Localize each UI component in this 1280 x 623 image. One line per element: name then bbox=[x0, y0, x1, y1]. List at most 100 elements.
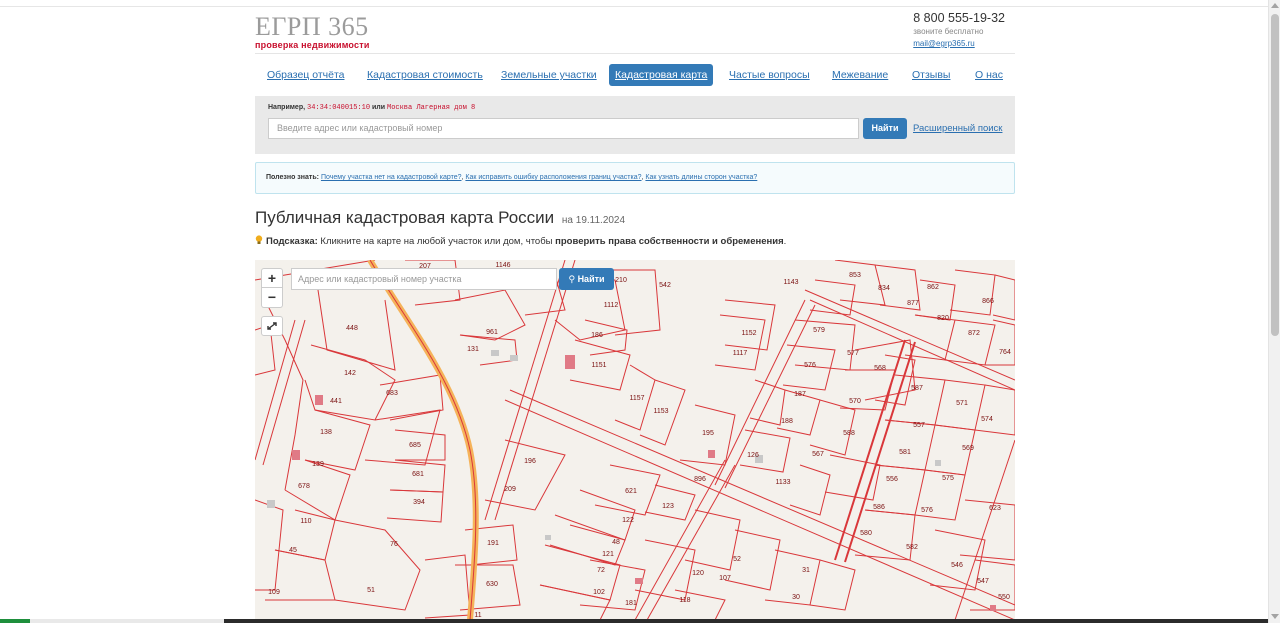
parcel-number[interactable]: 30 bbox=[792, 594, 800, 601]
map-canvas[interactable]: 207 1146210542 1143853834 86286687782087276… bbox=[255, 260, 1015, 620]
parcel-number[interactable]: 196 bbox=[524, 458, 536, 465]
parcel-number[interactable]: 186 bbox=[591, 332, 603, 339]
parcel-number[interactable]: 577 bbox=[847, 350, 859, 357]
parcel-number[interactable]: 630 bbox=[486, 581, 498, 588]
parcel-number[interactable]: 76 bbox=[390, 541, 398, 548]
zoom-in-button[interactable]: + bbox=[261, 268, 283, 288]
parcel-number[interactable]: 45 bbox=[289, 547, 297, 554]
parcel-number[interactable]: 571 bbox=[956, 400, 968, 407]
cadastral-map[interactable]: 207 1146 210 542 1143 853 834 862 866 877 820 872 76… bbox=[255, 260, 1015, 620]
parcel-number[interactable]: 1112 bbox=[604, 302, 619, 309]
parcel-number[interactable]: 1152 bbox=[741, 330, 756, 337]
parcel-number[interactable]: 678 bbox=[298, 483, 310, 490]
parcel-number[interactable]: 568 bbox=[874, 365, 886, 372]
parcel-number[interactable]: 131 bbox=[467, 346, 479, 353]
nav-item-reviews[interactable]: Отзывы bbox=[912, 64, 950, 86]
parcel-number[interactable]: 394 bbox=[413, 499, 425, 506]
parcel-number[interactable]: 48 bbox=[612, 539, 620, 546]
scroll-up-arrow-icon[interactable] bbox=[1271, 3, 1279, 8]
parcel-number[interactable]: 569 bbox=[962, 445, 974, 452]
example-code[interactable]: 34:34:040015:10 bbox=[307, 104, 370, 112]
parcel-number[interactable]: 52 bbox=[733, 556, 741, 563]
example-address[interactable]: Москва Лагерная дом 8 bbox=[387, 104, 475, 112]
parcel-number[interactable]: 575 bbox=[942, 475, 954, 482]
parcel-number[interactable]: 574 bbox=[981, 416, 993, 423]
parcel-number[interactable]: 586 bbox=[873, 504, 885, 511]
parcel-number[interactable]: 862 bbox=[927, 284, 939, 291]
parcel-number[interactable]: 107 bbox=[719, 575, 731, 582]
nav-item-cadastral-value[interactable]: Кадастровая стоимость bbox=[367, 64, 483, 86]
scroll-down-arrow-icon[interactable] bbox=[1271, 614, 1279, 619]
parcel-number[interactable]: 51 bbox=[367, 587, 375, 594]
parcel-number[interactable]: 181 bbox=[625, 600, 637, 607]
find-button[interactable]: Найти bbox=[863, 118, 907, 139]
parcel-number[interactable]: 579 bbox=[813, 327, 825, 334]
parcel-number[interactable]: 209 bbox=[504, 486, 516, 493]
parcel-number[interactable]: 623 bbox=[989, 505, 1001, 512]
parcel-number[interactable]: 556 bbox=[886, 476, 898, 483]
parcel-number[interactable]: 122 bbox=[622, 517, 634, 524]
nav-item-cadastral-map[interactable]: Кадастровая карта bbox=[609, 64, 714, 86]
parcel-number[interactable]: 570 bbox=[849, 398, 861, 405]
parcel-number[interactable]: 550 bbox=[998, 594, 1010, 601]
map-find-button[interactable]: ⚲ Найти bbox=[559, 268, 614, 290]
parcel-number[interactable]: 1151 bbox=[591, 362, 606, 369]
parcel-number[interactable]: 31 bbox=[802, 567, 810, 574]
useful-link-side-lengths[interactable]: Как узнать длины сторон участка? bbox=[645, 174, 757, 181]
parcel-number[interactable]: 853 bbox=[849, 272, 861, 279]
nav-item-about[interactable]: О нас bbox=[975, 64, 1003, 86]
parcel-number[interactable]: 588 bbox=[843, 430, 855, 437]
parcel-number[interactable]: 872 bbox=[968, 330, 980, 337]
parcel-number[interactable]: 542 bbox=[659, 282, 671, 289]
parcel-number[interactable]: 187 bbox=[794, 391, 806, 398]
parcel-number[interactable]: 576 bbox=[804, 362, 816, 369]
parcel-number[interactable]: 142 bbox=[344, 370, 356, 377]
nav-item-faq[interactable]: Частые вопросы bbox=[729, 64, 810, 86]
parcel-number[interactable]: 621 bbox=[625, 488, 637, 495]
advanced-search-link[interactable]: Расширенный поиск bbox=[913, 123, 1002, 134]
parcel-number[interactable]: 118 bbox=[679, 597, 690, 604]
parcel-number[interactable]: 195 bbox=[702, 430, 714, 437]
nav-item-surveying[interactable]: Межевание bbox=[832, 64, 888, 86]
parcel-number[interactable]: 441 bbox=[330, 398, 342, 405]
site-logo[interactable]: ЕГРП 365 проверка недвижимости bbox=[255, 14, 370, 51]
fullscreen-button[interactable] bbox=[261, 316, 283, 336]
parcel-number[interactable]: 126 bbox=[747, 452, 759, 459]
parcel-number[interactable]: 123 bbox=[662, 503, 674, 510]
useful-link-fix-boundaries[interactable]: Как исправить ошибку расположения границ… bbox=[465, 174, 641, 181]
parcel-number[interactable]: 764 bbox=[999, 349, 1011, 356]
parcel-number[interactable]: 1153 bbox=[653, 408, 668, 415]
parcel-number[interactable]: 72 bbox=[597, 567, 605, 574]
map-search-input[interactable]: Адрес или кадастровый номер участка bbox=[291, 268, 557, 290]
parcel-number[interactable]: 557 bbox=[913, 422, 925, 429]
parcel-number[interactable]: 110 bbox=[300, 518, 311, 525]
nav-item-sample-report[interactable]: Образец отчёта bbox=[267, 64, 344, 86]
parcel-number[interactable]: 139 bbox=[312, 461, 324, 468]
parcel-number[interactable]: 188 bbox=[781, 418, 793, 425]
parcel-number[interactable]: 1143 bbox=[783, 279, 798, 286]
parcel-number[interactable]: 567 bbox=[812, 451, 824, 458]
parcel-number[interactable]: 102 bbox=[593, 589, 605, 596]
parcel-number[interactable]: 580 bbox=[860, 530, 872, 537]
parcel-number[interactable]: 120 bbox=[692, 570, 704, 577]
page-scrollbar[interactable] bbox=[1268, 0, 1280, 623]
parcel-number[interactable]: 448 bbox=[346, 325, 358, 332]
parcel-number[interactable]: 683 bbox=[386, 390, 398, 397]
zoom-out-button[interactable]: − bbox=[261, 288, 283, 308]
parcel-number[interactable]: 834 bbox=[878, 285, 890, 292]
parcel-number[interactable]: 877 bbox=[907, 300, 919, 307]
parcel-number[interactable]: 896 bbox=[694, 476, 706, 483]
parcel-number[interactable]: 1133 bbox=[775, 479, 790, 486]
parcel-number[interactable]: 121 bbox=[602, 551, 614, 558]
parcel-number[interactable]: 1157 bbox=[629, 395, 644, 402]
parcel-number[interactable]: 191 bbox=[487, 540, 499, 547]
email-link[interactable]: mail@egrp365.ru bbox=[913, 39, 1005, 48]
parcel-number[interactable]: 685 bbox=[409, 442, 421, 449]
parcel-number[interactable]: 11 bbox=[474, 612, 481, 619]
parcel-number[interactable]: 581 bbox=[899, 449, 911, 456]
scrollbar-thumb[interactable] bbox=[1271, 14, 1279, 336]
parcel-number[interactable]: 1117 bbox=[733, 350, 748, 357]
parcel-number[interactable]: 820 bbox=[937, 315, 949, 322]
parcel-number[interactable]: 109 bbox=[268, 589, 280, 596]
parcel-number[interactable]: 866 bbox=[982, 298, 994, 305]
